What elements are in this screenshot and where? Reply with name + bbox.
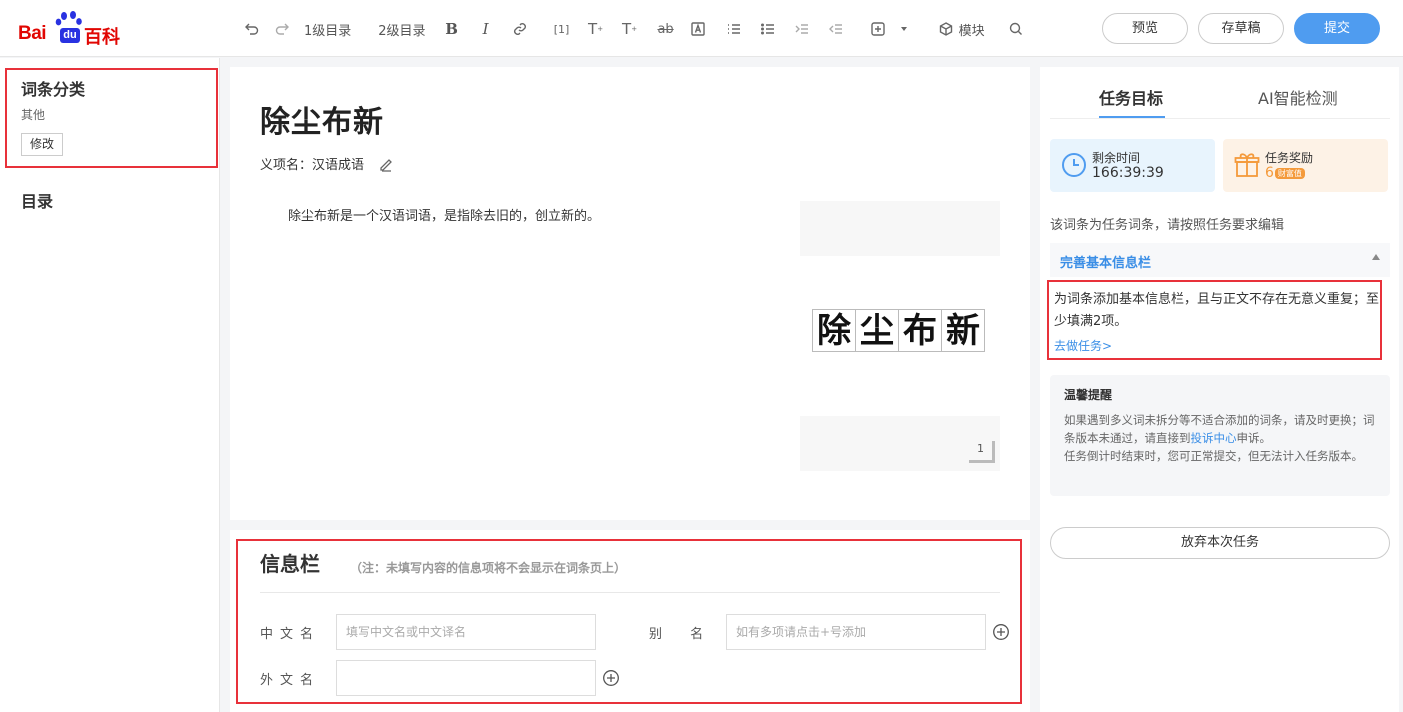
category-title: 词条分类 xyxy=(21,80,86,99)
text-box-icon[interactable] xyxy=(687,17,709,41)
outdent-icon[interactable] xyxy=(825,17,847,41)
infobox-title: 信息栏 xyxy=(260,552,320,576)
task-description: 该词条为任务词条，请按照任务要求编辑 xyxy=(1050,218,1285,233)
logo-baike-text: 百科 xyxy=(84,27,120,48)
sense-row: 义项名： 汉语成语 xyxy=(260,154,394,173)
calligraphy-char: 布 xyxy=(898,309,942,352)
reference-icon[interactable]: [1] xyxy=(551,17,573,41)
foreign-name-label: 外文名 xyxy=(260,673,321,688)
category-section: 词条分类 其他 修改 xyxy=(5,68,218,168)
alias-label: 别 名 xyxy=(649,627,716,642)
infobox-section: 信息栏 （注：未填写内容的信息项将不会显示在词条页上） 中文名 填写中文名或中文… xyxy=(230,530,1030,712)
link-icon[interactable] xyxy=(509,17,531,41)
reward-unit-badge: 财富值 xyxy=(1274,167,1305,179)
collapse-arrow-icon[interactable] xyxy=(1372,254,1380,260)
body-paragraph[interactable]: 除尘布新是一个汉语词语，是指除去旧的，创立新的。 xyxy=(288,205,600,224)
infobox-note: （注：未填写内容的信息项将不会显示在词条页上） xyxy=(350,561,627,575)
tips-box: 温馨提醒 如果遇到多义词未拆分等不适合添加的词条，请及时更换；词条版本未通过，请… xyxy=(1050,375,1390,496)
reward-value: 6 xyxy=(1265,165,1274,181)
foreign-name-input[interactable] xyxy=(336,660,596,696)
add-foreign-name-icon[interactable] xyxy=(602,669,620,687)
module-icon[interactable] xyxy=(935,17,957,41)
category-value: 其他 xyxy=(21,108,46,122)
reward-label: 任务奖励 xyxy=(1265,151,1314,165)
reward-value-row: 6 财富值 xyxy=(1265,165,1305,181)
left-sidebar: 词条分类 其他 修改 目录 xyxy=(0,58,220,712)
insert-icon[interactable] xyxy=(867,17,889,41)
heading2-button[interactable]: 2级目录 xyxy=(378,17,425,41)
complaint-center-link[interactable]: 投诉中心 xyxy=(1191,431,1237,445)
image-count-badge[interactable]: 1 xyxy=(969,441,995,463)
top-toolbar: Bai du 百科 1级目录 2级目录 B I [1] T + T + ab 模块 … xyxy=(0,0,1403,57)
editor-tools: 1级目录 2级目录 B I [1] T + T + ab 模块 xyxy=(240,17,1027,41)
tips-text-2: 任务倒计时结束时，您可正常提交，但无法计入任务版本。 xyxy=(1064,449,1363,463)
tips-text-1-end: 申诉。 xyxy=(1236,431,1272,445)
redo-icon[interactable] xyxy=(272,17,294,41)
reward-card: 任务奖励 6 财富值 xyxy=(1223,139,1388,192)
unordered-list-icon[interactable] xyxy=(757,17,779,41)
image-top-placeholder xyxy=(800,201,1000,256)
task-header-label: 完善基本信息栏 xyxy=(1060,256,1152,271)
calligraphy-char: 新 xyxy=(941,309,985,352)
alias-input[interactable]: 如有多项请点击+号添加 xyxy=(726,614,986,650)
tab-task-goal[interactable]: 任务目标 xyxy=(1099,85,1163,109)
search-icon[interactable] xyxy=(1005,17,1027,41)
editor-main[interactable]: 除尘布新 义项名： 汉语成语 除尘布新是一个汉语词语，是指除去旧的，创立新的。 … xyxy=(230,67,1030,520)
entry-title[interactable]: 除尘布新 xyxy=(260,97,384,141)
time-label: 剩余时间 xyxy=(1092,151,1141,165)
sense-value: 汉语成语 xyxy=(312,158,365,173)
submit-button[interactable]: 提交 xyxy=(1294,13,1380,44)
remaining-time-card: 剩余时间 166:39:39 xyxy=(1050,139,1215,192)
infobox-divider xyxy=(260,592,1000,593)
calligraphy-char: 除 xyxy=(812,309,856,352)
time-value: 166:39:39 xyxy=(1092,165,1164,181)
edit-pen-icon[interactable] xyxy=(378,156,394,172)
add-alias-icon[interactable] xyxy=(992,623,1010,641)
save-draft-button[interactable]: 存草稿 xyxy=(1198,13,1284,44)
logo-bai-text: Bai xyxy=(18,23,47,44)
tab-divider xyxy=(1050,118,1390,119)
preview-button[interactable]: 预览 xyxy=(1102,13,1188,44)
clock-icon xyxy=(1062,153,1086,177)
category-edit-button[interactable]: 修改 xyxy=(21,133,63,156)
chinese-name-input[interactable]: 填写中文名或中文译名 xyxy=(336,614,596,650)
task-body: 为词条添加基本信息栏，且与正文不存在无意义重复；至少填满2项。 去做任务> xyxy=(1047,280,1382,360)
task-accordion-header[interactable]: 完善基本信息栏 xyxy=(1050,243,1390,277)
task-text: 为词条添加基本信息栏，且与正文不存在无意义重复；至少填满2项。 xyxy=(1054,292,1380,329)
chinese-name-label: 中文名 xyxy=(260,627,321,642)
tab-ai-check[interactable]: AI智能检测 xyxy=(1258,85,1338,109)
undo-icon[interactable] xyxy=(240,17,262,41)
italic-icon[interactable]: I xyxy=(475,17,497,41)
subscript-icon[interactable]: T + xyxy=(619,17,641,41)
heading1-button[interactable]: 1级目录 xyxy=(304,17,351,41)
strikethrough-icon[interactable]: ab xyxy=(655,17,677,41)
bold-icon[interactable]: B xyxy=(441,17,463,41)
tab-active-indicator xyxy=(1099,116,1165,118)
entry-image[interactable]: 除 尘 布 新 1 xyxy=(800,201,1000,471)
gift-icon xyxy=(1234,153,1260,177)
sense-label: 义项名： xyxy=(260,158,313,173)
chevron-down-icon[interactable] xyxy=(893,17,915,41)
right-panel: 任务目标 AI智能检测 剩余时间 166:39:39 任务奖励 6 财富值 该词条… xyxy=(1040,67,1399,712)
go-task-link[interactable]: 去做任务> xyxy=(1054,337,1112,354)
logo-du-text: du xyxy=(60,28,80,43)
baidu-baike-logo[interactable]: Bai du 百科 xyxy=(18,11,128,48)
indent-icon[interactable] xyxy=(791,17,813,41)
tips-text: 如果遇到多义词未拆分等不适合添加的词条，请及时更换；词条版本未通过，请直接到投诉… xyxy=(1064,411,1380,465)
calligraphy-image: 除 尘 布 新 xyxy=(812,309,985,352)
superscript-icon[interactable]: T + xyxy=(585,17,607,41)
ordered-list-icon[interactable] xyxy=(723,17,745,41)
abandon-task-button[interactable]: 放弃本次任务 xyxy=(1050,527,1390,559)
toc-title: 目录 xyxy=(21,192,54,211)
tips-title: 温馨提醒 xyxy=(1064,388,1113,402)
calligraphy-char: 尘 xyxy=(855,309,899,352)
module-button[interactable]: 模块 xyxy=(959,17,985,41)
